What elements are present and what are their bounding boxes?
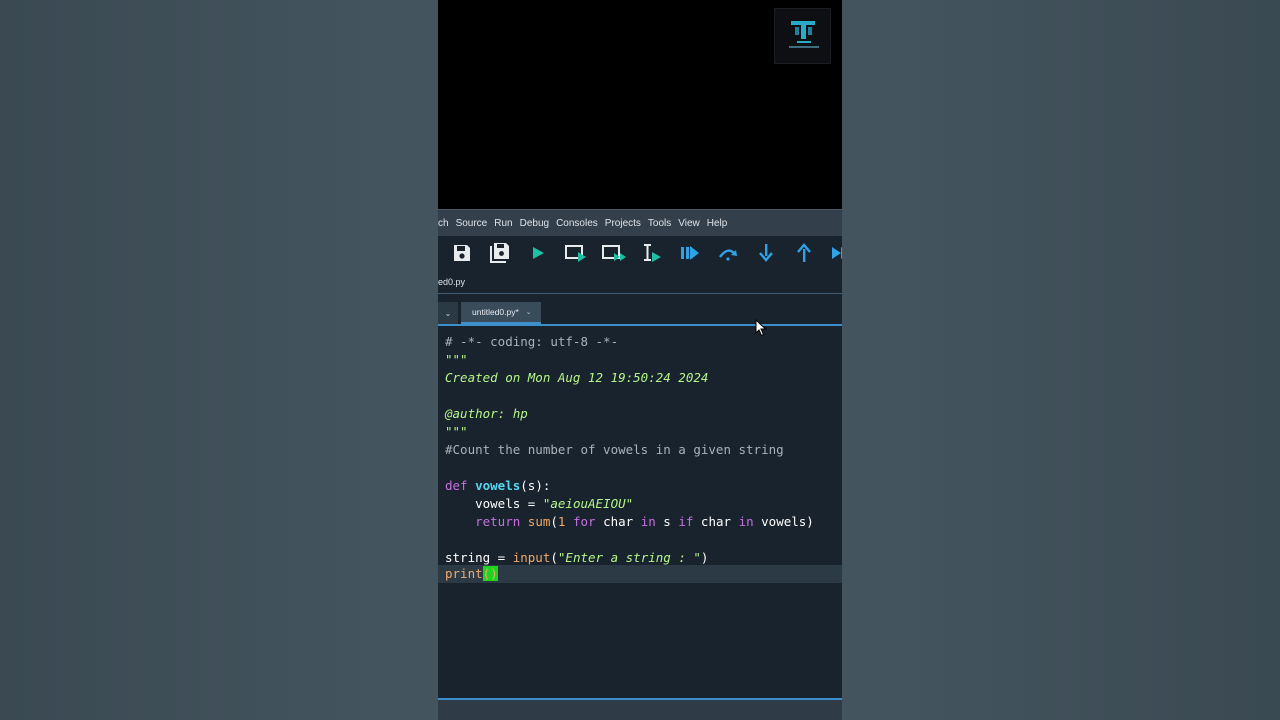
code-line-9: def vowels(s):	[445, 477, 550, 495]
keyword-in-2: in	[738, 514, 754, 529]
run-cell-advance-icon[interactable]	[600, 241, 628, 265]
matched-parens: ()	[482, 566, 498, 581]
var-s: s	[655, 514, 679, 529]
code-editor[interactable]: # -*- coding: utf-8 -*- """ Created on M…	[438, 327, 842, 698]
tab-list-dropdown[interactable]: ⌄	[438, 302, 458, 324]
chevron-down-icon: ⌄	[444, 308, 452, 318]
menu-source[interactable]: Source	[456, 218, 488, 229]
params: (s):	[520, 478, 551, 493]
keyword-in: in	[640, 514, 656, 529]
current-line-highlight	[438, 565, 842, 583]
code-line-11: return sum(1 for char in s if char in vo…	[445, 513, 814, 531]
menu-view[interactable]: View	[678, 218, 700, 229]
save-all-icon[interactable]	[486, 241, 514, 265]
paren-open: (	[550, 514, 558, 529]
code-line-10: vowels = "aeiouAEIOU"	[445, 495, 633, 513]
keyword-def: def	[445, 478, 468, 493]
code-line-2: """	[445, 352, 468, 367]
paren-close-2: )	[700, 550, 709, 565]
var-char-2: char	[693, 514, 739, 529]
keyword-if: if	[678, 514, 694, 529]
tab-untitled0[interactable]: untitled0.py* ⌄	[461, 302, 541, 324]
file-path-bar: ed0.py	[438, 270, 842, 294]
code-line-3: Created on Mon Aug 12 19:50:24 2024	[445, 370, 709, 385]
builtin-input: input	[512, 550, 551, 565]
spyder-ide-window: ch Source Run Debug Consoles Projects To…	[438, 0, 842, 720]
step-into-icon[interactable]	[752, 241, 780, 265]
code-line-7: #Count the number of vowels in a given s…	[445, 442, 784, 457]
builtin-sum: sum	[527, 514, 551, 529]
code-line-5: @author: hp	[445, 406, 528, 421]
function-name: vowels	[475, 478, 521, 493]
menu-help[interactable]: Help	[707, 218, 728, 229]
menu-tools[interactable]: Tools	[648, 218, 671, 229]
code-line-1: # -*- coding: utf-8 -*-	[445, 334, 619, 349]
var-char: char	[595, 514, 641, 529]
vowels-string: "aeiouAEIOU"	[542, 496, 634, 511]
menu-bar: ch Source Run Debug Consoles Projects To…	[438, 209, 842, 236]
channel-logo	[774, 8, 831, 64]
status-bar	[438, 698, 842, 720]
assign-vowels: vowels =	[445, 496, 543, 511]
continue-icon[interactable]	[828, 241, 842, 265]
paren-open-2: (	[550, 550, 558, 565]
prompt-string: "Enter a string : "	[557, 550, 701, 565]
mouse-cursor-icon	[755, 318, 767, 337]
save-icon[interactable]	[448, 241, 476, 265]
run-icon[interactable]	[524, 241, 552, 265]
toolbar	[438, 236, 842, 270]
run-selection-icon[interactable]	[638, 241, 666, 265]
menu-consoles[interactable]: Consoles	[556, 218, 598, 229]
step-over-icon[interactable]	[714, 241, 742, 265]
keyword-for: for	[572, 514, 596, 529]
builtin-print: print	[445, 566, 483, 581]
tab-close-icon[interactable]: ⌄	[526, 308, 532, 316]
keyword-return: return	[475, 514, 521, 529]
run-cell-icon[interactable]	[562, 241, 590, 265]
step-return-icon[interactable]	[790, 241, 818, 265]
number-one: 1	[557, 514, 566, 529]
tab-label: untitled0.py*	[472, 307, 519, 317]
assign-string: string =	[445, 550, 513, 565]
debug-icon[interactable]	[676, 241, 704, 265]
menu-debug[interactable]: Debug	[520, 218, 549, 229]
menu-search[interactable]: ch	[438, 218, 449, 229]
menu-projects[interactable]: Projects	[605, 218, 641, 229]
code-line-14: print()	[445, 565, 498, 583]
editor-tab-strip: ⌄ untitled0.py* ⌄	[438, 295, 842, 326]
file-path[interactable]: ed0.py	[438, 277, 465, 287]
menu-run[interactable]: Run	[494, 218, 512, 229]
code-line-6: """	[445, 424, 468, 439]
var-vowels: vowels)	[753, 514, 814, 529]
